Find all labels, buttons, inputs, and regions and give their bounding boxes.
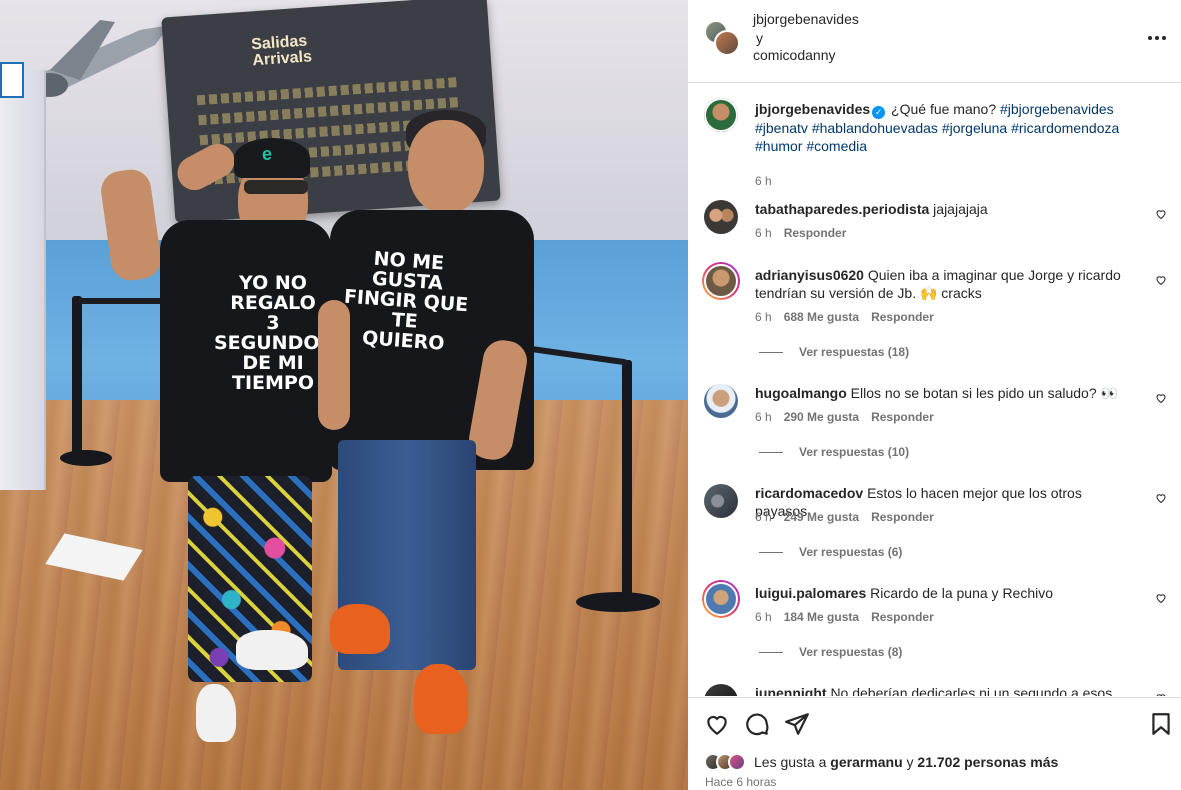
comment-time: 6 h [755,410,772,424]
comment-username[interactable]: luigui.palomares [755,585,866,601]
comment-icon[interactable] [744,711,770,737]
likes-conjunction: y [906,754,914,770]
likes-summary[interactable]: Les gusta a gerarmanu y 21.702 personas … [704,752,1058,772]
cap: e [234,138,310,178]
avatar[interactable] [704,98,738,132]
pillar-sign [0,62,24,98]
comment-text: No deberían dedicarles ni un segundo a e… [830,685,1113,696]
more-icon [1148,36,1152,40]
comment-likes[interactable]: 688 Me gusta [784,310,859,324]
caption-time: 6 h [755,174,772,188]
avatar[interactable] [704,484,738,518]
reply-button[interactable]: Responder [871,510,934,524]
avatar[interactable] [702,262,740,300]
heart-icon[interactable] [1155,692,1167,696]
comment-username[interactable]: hugoalmango [755,385,847,401]
comment-likes[interactable]: 184 Me gusta [784,610,859,624]
view-replies-button[interactable]: Ver respuestas (6) [759,545,902,559]
comment-time: 6 h [755,610,772,624]
avatar [728,753,746,771]
comment-text: Ellos no se botan si les pido un saludo?… [850,385,1118,401]
view-replies-button[interactable]: Ver respuestas (18) [759,345,909,359]
likes-prefix: Les gusta a [754,754,827,770]
stanchion-post-left [72,296,82,460]
view-replies-button[interactable]: Ver respuestas (10) [759,445,909,459]
post-panel: jbjorgebenavides y comicodanny jbjorgebe… [688,0,1181,790]
comment-text: Ricardo de la puna y Rechivo [870,585,1054,601]
share-icon[interactable] [784,711,810,737]
comments-section[interactable]: jbjorgebenavides ✓ ¿Qué fue mano? #jbjorg… [688,84,1181,696]
verified-icon: ✓ [872,106,886,119]
post-header: jbjorgebenavides y comicodanny [688,0,1181,83]
post-timestamp[interactable]: Hace 6 horas [705,775,776,789]
comment-likes[interactable]: 249 Me gusta [784,510,859,524]
reply-button[interactable]: Responder [871,410,934,424]
avatar[interactable] [704,200,738,234]
comment-username[interactable]: junennight [755,685,827,696]
shirt-right-text: NO ME GUSTA FINGIR QUE TE QUIERO [343,247,469,355]
post-image[interactable]: Salidas Arrivals e YO NO REGALO 3 SEGUND… [0,0,688,790]
author-conjunction: y [756,30,763,46]
heart-icon[interactable] [1155,592,1167,604]
coauthor-username[interactable]: comicodanny [753,47,836,63]
caption-text: ¿Qué fue mano? [891,101,997,117]
comment-username[interactable]: ricardomacedov [755,485,863,501]
heart-icon[interactable] [1155,274,1167,286]
comment-time: 6 h [755,510,772,524]
view-replies-button[interactable]: Ver respuestas (8) [759,645,902,659]
board-title: Salidas Arrivals [250,32,313,70]
more-options-button[interactable] [1145,28,1169,48]
stanchion-post-right [622,360,632,600]
heart-icon[interactable] [1155,208,1167,220]
likes-others[interactable]: 21.702 personas más [917,754,1058,770]
avatar[interactable] [714,30,740,56]
reply-button[interactable]: Responder [871,310,934,324]
heart-icon[interactable] [1155,392,1167,404]
comment-text: jajajajaja [933,201,988,217]
reply-button[interactable]: Responder [784,226,847,240]
avatar[interactable] [704,684,738,696]
action-bar [688,697,1181,749]
likes-username[interactable]: gerarmanu [830,754,902,770]
shirt-left-text: YO NO REGALO 3 SEGUNDOS DE MI TIEMPO [214,272,334,394]
author-username[interactable]: jbjorgebenavides [753,11,859,27]
comment-time: 6 h [755,226,772,240]
sign-pillar [0,70,46,490]
hashtags[interactable]: #jbenatv #hablandohuevadas #jorgeluna #r… [755,120,1119,136]
bookmark-icon[interactable] [1148,711,1174,737]
hashtags[interactable]: #humor #comedia [755,138,867,154]
comment-username[interactable]: tabathaparedes.periodista [755,201,929,217]
comment-time: 6 h [755,310,772,324]
avatar[interactable] [704,384,738,418]
heart-icon[interactable] [704,711,730,737]
heart-icon[interactable] [1155,492,1167,504]
reply-button[interactable]: Responder [871,610,934,624]
caption-username[interactable]: jbjorgebenavides [755,101,870,117]
collab-avatars[interactable] [704,20,740,56]
comment-username[interactable]: adrianyisus0620 [755,267,864,283]
hashtag[interactable]: #jbjorgebenavides [1000,101,1114,117]
avatar[interactable] [702,580,740,618]
comment-likes[interactable]: 290 Me gusta [784,410,859,424]
